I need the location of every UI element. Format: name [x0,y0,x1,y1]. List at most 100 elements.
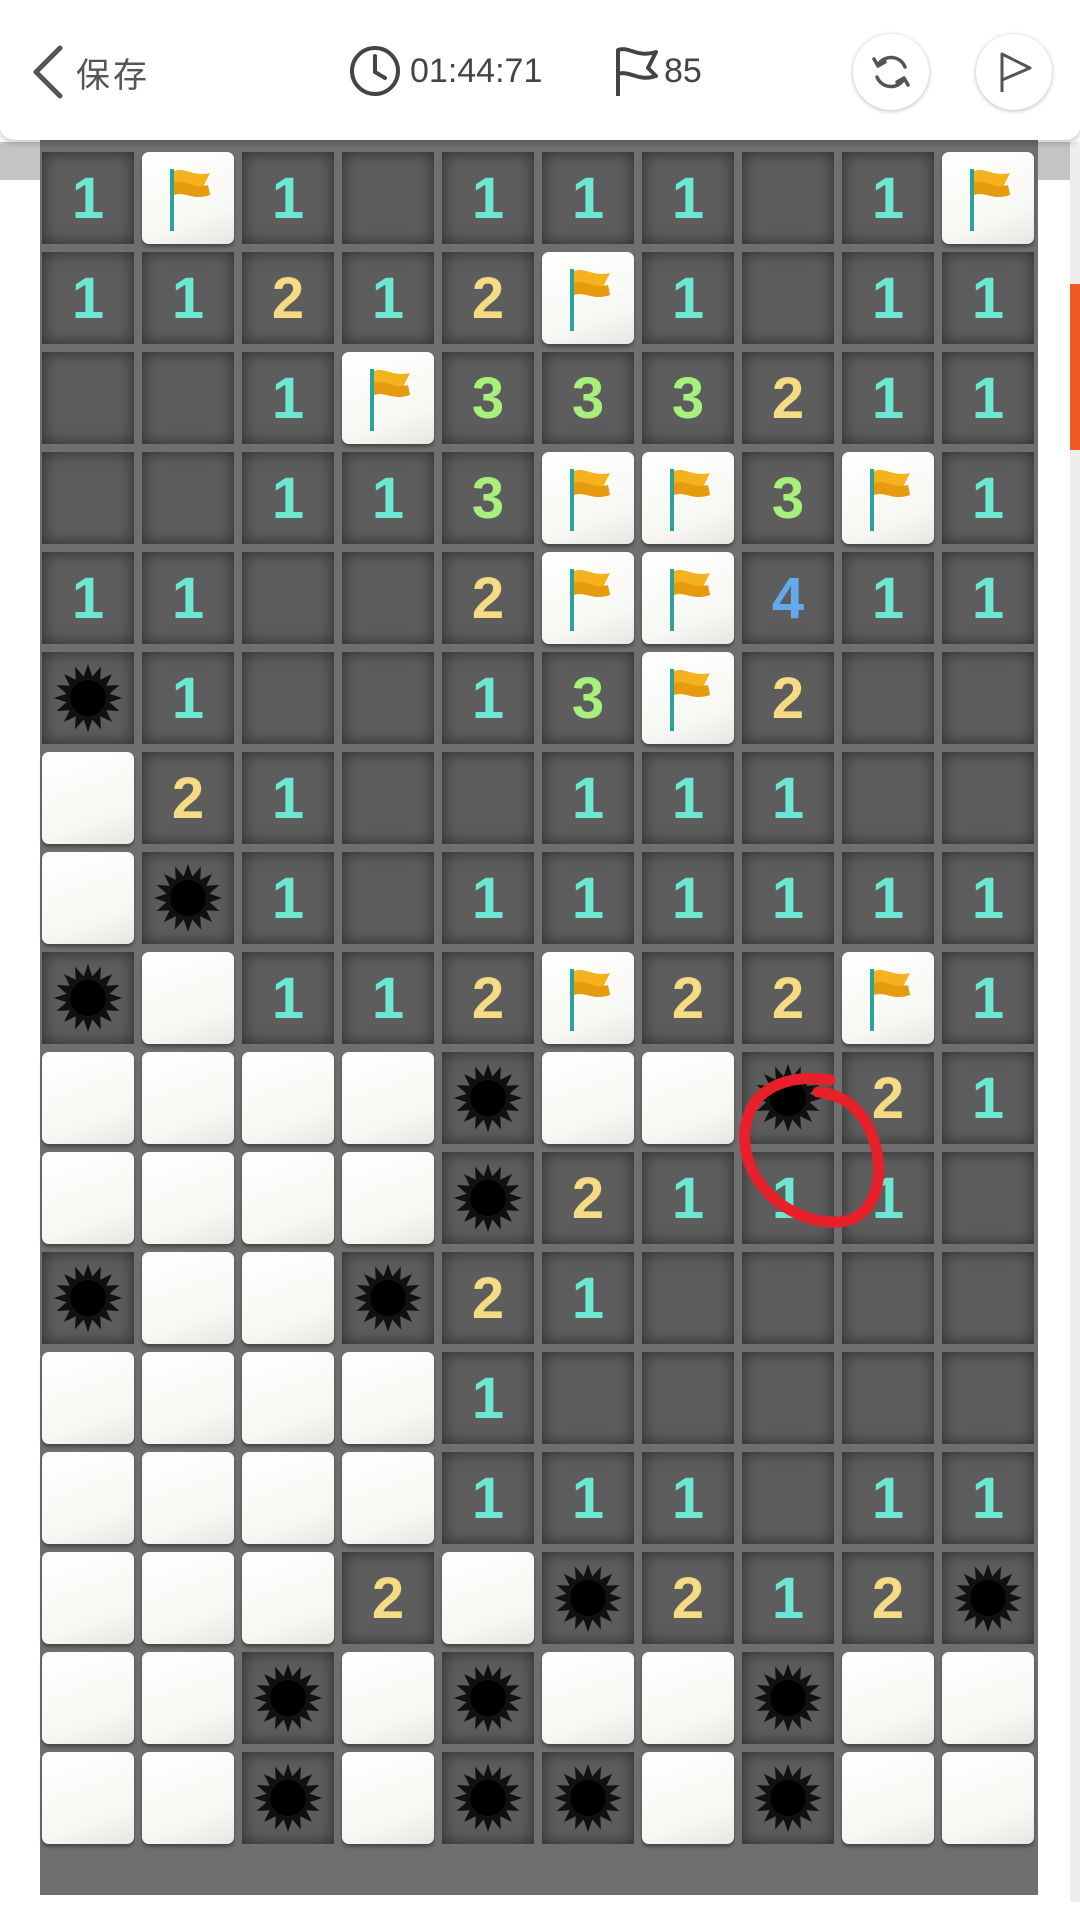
number-cell[interactable]: 2 [642,952,734,1044]
mine-cell[interactable] [142,852,234,944]
number-cell[interactable]: 1 [642,852,734,944]
covered-cell[interactable] [42,852,134,944]
number-cell[interactable]: 1 [642,1152,734,1244]
covered-cell[interactable] [542,1652,634,1744]
empty-cell[interactable] [242,652,334,744]
covered-cell[interactable] [642,1652,734,1744]
empty-cell[interactable] [142,452,234,544]
flagged-cell[interactable] [542,952,634,1044]
number-cell[interactable]: 2 [742,352,834,444]
covered-cell[interactable] [642,1052,734,1144]
scrollbar-thumb[interactable] [1070,284,1080,450]
covered-cell[interactable] [542,1052,634,1144]
number-cell[interactable]: 1 [942,1052,1034,1144]
number-cell[interactable]: 1 [942,352,1034,444]
empty-cell[interactable] [942,652,1034,744]
empty-cell[interactable] [842,1352,934,1444]
number-cell[interactable]: 4 [742,552,834,644]
covered-cell[interactable] [142,1552,234,1644]
covered-cell[interactable] [142,1252,234,1344]
number-cell[interactable]: 2 [742,952,834,1044]
empty-cell[interactable] [942,1152,1034,1244]
number-cell[interactable]: 1 [242,852,334,944]
empty-cell[interactable] [642,1352,734,1444]
mine-cell[interactable] [442,1052,534,1144]
mine-cell[interactable] [542,1552,634,1644]
number-cell[interactable]: 2 [642,1552,734,1644]
number-cell[interactable]: 3 [542,352,634,444]
flagged-cell[interactable] [642,652,734,744]
number-cell[interactable]: 1 [942,1452,1034,1544]
mine-cell[interactable] [242,1652,334,1744]
empty-cell[interactable] [42,452,134,544]
number-cell[interactable]: 1 [442,652,534,744]
flagged-cell[interactable] [542,452,634,544]
covered-cell[interactable] [42,1152,134,1244]
number-cell[interactable]: 2 [442,952,534,1044]
number-cell[interactable]: 2 [842,1052,934,1144]
mine-cell[interactable] [42,952,134,1044]
covered-cell[interactable] [142,1752,234,1844]
covered-cell[interactable] [642,1752,734,1844]
number-cell[interactable]: 1 [142,252,234,344]
number-cell[interactable]: 1 [642,152,734,244]
covered-cell[interactable] [842,1752,934,1844]
mine-cell[interactable] [242,1752,334,1844]
empty-cell[interactable] [842,752,934,844]
flagged-cell[interactable] [942,152,1034,244]
number-cell[interactable]: 1 [342,452,434,544]
covered-cell[interactable] [342,1352,434,1444]
flagged-cell[interactable] [542,252,634,344]
mine-cell[interactable] [42,1252,134,1344]
covered-cell[interactable] [342,1652,434,1744]
number-cell[interactable]: 1 [442,852,534,944]
number-cell[interactable]: 1 [842,352,934,444]
covered-cell[interactable] [442,1552,534,1644]
number-cell[interactable]: 1 [642,252,734,344]
covered-cell[interactable] [242,1152,334,1244]
number-cell[interactable]: 1 [242,952,334,1044]
covered-cell[interactable] [342,1752,434,1844]
number-cell[interactable]: 1 [142,652,234,744]
flagged-cell[interactable] [642,552,734,644]
number-cell[interactable]: 1 [942,952,1034,1044]
covered-cell[interactable] [342,1052,434,1144]
empty-cell[interactable] [842,1252,934,1344]
empty-cell[interactable] [942,1352,1034,1444]
surrender-flag-button[interactable] [976,34,1052,110]
mine-cell[interactable] [42,652,134,744]
empty-cell[interactable] [742,1252,834,1344]
empty-cell[interactable] [742,1452,834,1544]
empty-cell[interactable] [942,1252,1034,1344]
number-cell[interactable]: 3 [442,352,534,444]
empty-cell[interactable] [842,652,934,744]
number-cell[interactable]: 3 [442,452,534,544]
empty-cell[interactable] [142,352,234,444]
covered-cell[interactable] [242,1052,334,1144]
number-cell[interactable]: 1 [842,1452,934,1544]
covered-cell[interactable] [942,1652,1034,1744]
number-cell[interactable]: 1 [342,952,434,1044]
number-cell[interactable]: 2 [442,552,534,644]
number-cell[interactable]: 2 [242,252,334,344]
number-cell[interactable]: 1 [742,1552,834,1644]
number-cell[interactable]: 1 [942,252,1034,344]
covered-cell[interactable] [42,1452,134,1544]
number-cell[interactable]: 2 [842,1552,934,1644]
number-cell[interactable]: 1 [542,152,634,244]
number-cell[interactable]: 1 [942,552,1034,644]
number-cell[interactable]: 2 [742,652,834,744]
empty-cell[interactable] [342,152,434,244]
number-cell[interactable]: 1 [242,352,334,444]
empty-cell[interactable] [742,1352,834,1444]
flagged-cell[interactable] [842,452,934,544]
mine-cell[interactable] [442,1152,534,1244]
number-cell[interactable]: 2 [542,1152,634,1244]
number-cell[interactable]: 1 [742,1152,834,1244]
number-cell[interactable]: 1 [242,752,334,844]
number-cell[interactable]: 2 [142,752,234,844]
empty-cell[interactable] [542,1352,634,1444]
mine-cell[interactable] [742,1052,834,1144]
number-cell[interactable]: 1 [542,1252,634,1344]
covered-cell[interactable] [142,1652,234,1744]
